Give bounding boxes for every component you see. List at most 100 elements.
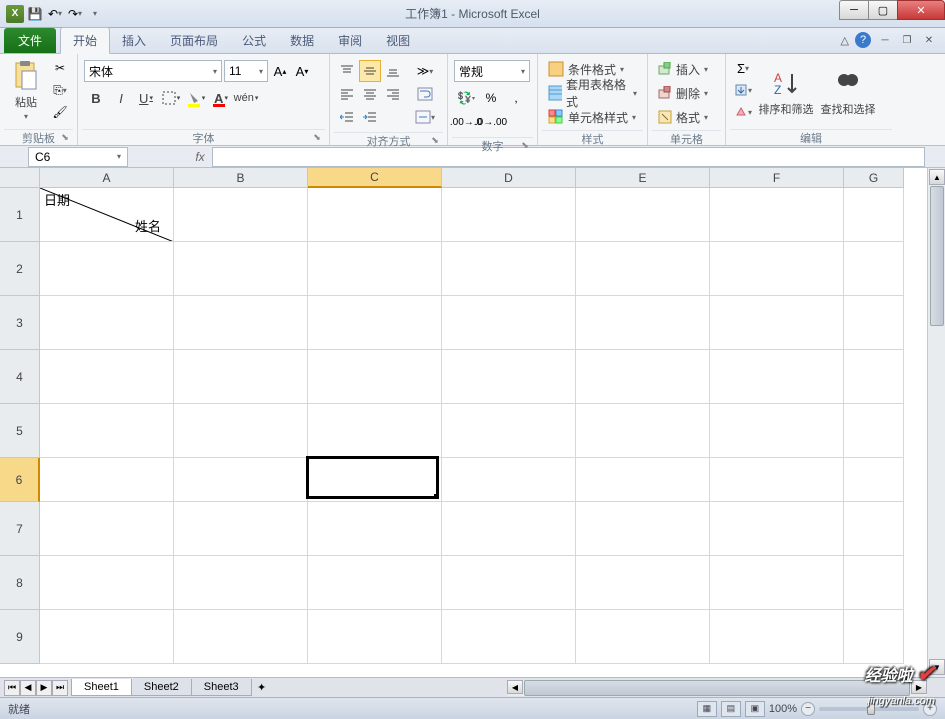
cell-C8[interactable] <box>308 556 442 610</box>
cell-C3[interactable] <box>308 296 442 350</box>
mdi-minimize-button[interactable]: ─ <box>877 33 893 47</box>
cell-G7[interactable] <box>844 502 904 556</box>
col-header-E[interactable]: E <box>576 168 710 188</box>
cell-A2[interactable] <box>40 242 174 296</box>
formula-input[interactable] <box>212 147 925 167</box>
fx-button[interactable]: fx <box>188 150 212 164</box>
tab-review[interactable]: 审阅 <box>326 28 374 53</box>
cell-B6[interactable] <box>174 458 308 502</box>
cells-grid[interactable]: 日期姓名 <box>40 188 927 677</box>
vscroll-thumb[interactable] <box>930 186 944 326</box>
increase-indent-button[interactable] <box>359 106 381 128</box>
cell-D2[interactable] <box>442 242 576 296</box>
merge-button[interactable]: ▾ <box>410 106 440 128</box>
cell-D3[interactable] <box>442 296 576 350</box>
minimize-button[interactable]: ─ <box>839 0 869 20</box>
tab-nav-prev-button[interactable]: ◀ <box>20 680 36 696</box>
align-right-button[interactable] <box>382 83 404 105</box>
decrease-indent-button[interactable] <box>336 106 358 128</box>
font-color-button[interactable]: A▾ <box>209 87 233 109</box>
zoom-slider[interactable] <box>819 707 919 711</box>
qat-customize-icon[interactable]: ▾ <box>86 5 104 23</box>
sheet-tab-2[interactable]: Sheet2 <box>131 679 192 696</box>
scroll-up-button[interactable]: ▲ <box>929 169 945 185</box>
font-size-combo[interactable]: 11▾ <box>224 60 268 82</box>
format-table-button[interactable]: 套用表格格式▾ <box>544 82 641 104</box>
cell-G9[interactable] <box>844 610 904 664</box>
cell-D1[interactable] <box>442 188 576 242</box>
number-format-combo[interactable]: 常规▾ <box>454 60 530 82</box>
cell-D4[interactable] <box>442 350 576 404</box>
number-launcher-icon[interactable]: ⬊ <box>519 140 531 152</box>
fill-button[interactable]: ▾ <box>732 80 754 100</box>
cell-E3[interactable] <box>576 296 710 350</box>
cell-A5[interactable] <box>40 404 174 458</box>
hscroll-thumb[interactable] <box>524 680 910 696</box>
wrap-text-button[interactable] <box>410 83 440 105</box>
cell-C7[interactable] <box>308 502 442 556</box>
grow-font-button[interactable]: A▴ <box>270 60 290 82</box>
cell-E4[interactable] <box>576 350 710 404</box>
row-header-3[interactable]: 3 <box>0 296 40 350</box>
scroll-left-button[interactable]: ◀ <box>507 680 523 694</box>
cell-B7[interactable] <box>174 502 308 556</box>
help-icon[interactable]: ? <box>855 32 871 48</box>
cell-D9[interactable] <box>442 610 576 664</box>
cell-D8[interactable] <box>442 556 576 610</box>
cut-button[interactable]: ✂ <box>50 58 70 78</box>
excel-icon[interactable]: X <box>6 5 24 23</box>
close-button[interactable]: ✕ <box>897 0 945 20</box>
row-header-6[interactable]: 6 <box>0 458 40 502</box>
tab-insert[interactable]: 插入 <box>110 28 158 53</box>
col-header-A[interactable]: A <box>40 168 174 188</box>
cell-B5[interactable] <box>174 404 308 458</box>
cell-E8[interactable] <box>576 556 710 610</box>
col-header-G[interactable]: G <box>844 168 904 188</box>
cell-D7[interactable] <box>442 502 576 556</box>
cell-F1[interactable] <box>710 188 844 242</box>
col-header-C[interactable]: C <box>308 168 442 188</box>
insert-cells-button[interactable]: 插入▾ <box>654 58 712 80</box>
align-middle-button[interactable] <box>359 60 381 82</box>
cell-F4[interactable] <box>710 350 844 404</box>
underline-button[interactable]: U▾ <box>134 87 158 109</box>
cell-B9[interactable] <box>174 610 308 664</box>
paste-button[interactable]: 粘贴 ▾ <box>4 56 48 124</box>
col-header-F[interactable]: F <box>710 168 844 188</box>
cell-F6[interactable] <box>710 458 844 502</box>
clipboard-launcher-icon[interactable]: ⬊ <box>59 132 71 144</box>
undo-icon[interactable]: ↶▾ <box>46 5 64 23</box>
row-header-4[interactable]: 4 <box>0 350 40 404</box>
zoom-out-button[interactable]: − <box>801 702 815 716</box>
cell-B4[interactable] <box>174 350 308 404</box>
cell-E5[interactable] <box>576 404 710 458</box>
cell-E6[interactable] <box>576 458 710 502</box>
tab-layout[interactable]: 页面布局 <box>158 28 230 53</box>
delete-cells-button[interactable]: 删除▾ <box>654 82 712 104</box>
minimize-ribbon-icon[interactable]: △ <box>841 34 849 47</box>
align-launcher-icon[interactable]: ⬊ <box>429 135 441 147</box>
save-icon[interactable]: 💾 <box>26 5 44 23</box>
cell-C1[interactable] <box>308 188 442 242</box>
mdi-restore-button[interactable]: ❐ <box>899 33 915 47</box>
cell-D5[interactable] <box>442 404 576 458</box>
cell-G4[interactable] <box>844 350 904 404</box>
decrease-decimal-button[interactable]: .0→.00 <box>479 111 503 133</box>
cell-E1[interactable] <box>576 188 710 242</box>
sheet-tab-3[interactable]: Sheet3 <box>191 679 252 696</box>
vertical-scrollbar[interactable]: ▲ ▼ <box>927 168 945 677</box>
redo-icon[interactable]: ↷▾ <box>66 5 84 23</box>
percent-button[interactable]: % <box>479 87 503 109</box>
format-cells-button[interactable]: 格式▾ <box>654 106 712 128</box>
cell-A4[interactable] <box>40 350 174 404</box>
cell-styles-button[interactable]: 单元格样式▾ <box>544 106 640 128</box>
cell-G3[interactable] <box>844 296 904 350</box>
cell-A1[interactable]: 日期姓名 <box>40 188 174 242</box>
cell-C9[interactable] <box>308 610 442 664</box>
cell-E2[interactable] <box>576 242 710 296</box>
tab-view[interactable]: 视图 <box>374 28 422 53</box>
maximize-button[interactable]: ▢ <box>868 0 898 20</box>
cell-C6[interactable] <box>308 458 442 502</box>
cell-C2[interactable] <box>308 242 442 296</box>
italic-button[interactable]: I <box>109 87 133 109</box>
